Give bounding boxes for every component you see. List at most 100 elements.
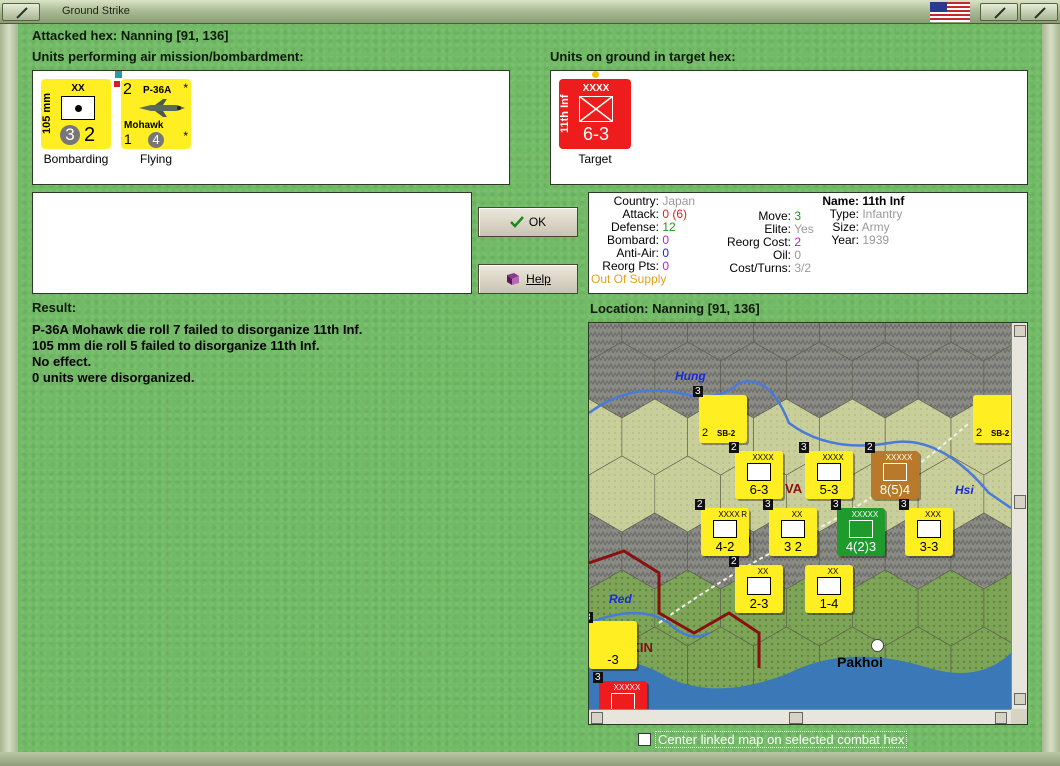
size-value: Army: [861, 220, 890, 234]
center-map-option[interactable]: Center linked map on selected combat hex: [638, 731, 908, 748]
map-horizontal-scrollbar[interactable]: [589, 709, 1011, 724]
unit-symbol-icon: [849, 520, 873, 538]
help-label: Help: [526, 272, 551, 286]
unit-size: XXXX: [582, 83, 610, 94]
map-unit-counter[interactable]: XX 1-4: [805, 565, 853, 613]
center-map-checkbox[interactable]: [638, 733, 651, 746]
reorg-cost-value: 2: [794, 235, 802, 249]
map-unit-counter[interactable]: 3 XXXX 5-3: [799, 442, 853, 499]
window-frame-bottom[interactable]: [0, 752, 1060, 766]
result-label: Result:: [32, 300, 77, 315]
mission-marker: [115, 71, 122, 78]
unit-size: XXXX: [822, 453, 844, 462]
unit-strength: 1-4: [819, 596, 839, 611]
unit-symbol-icon: [817, 463, 841, 481]
stack-count: 3: [799, 442, 809, 453]
vertical-scroll-thumb[interactable]: [1014, 495, 1026, 509]
range-value: 2: [84, 124, 96, 146]
scroll-down-arrow-icon[interactable]: [1014, 693, 1026, 705]
ground-units-panel: 11th Inf XXXX 6-3 Target: [550, 70, 1028, 185]
unit-size: XXXXX: [613, 683, 641, 692]
aircraft-number: 2: [702, 427, 709, 439]
star-top: *: [183, 81, 188, 95]
map-unit-counter[interactable]: 2 XX 2-3: [729, 556, 783, 613]
title-bar: Ground Strike: [0, 0, 1060, 24]
unit-name: 11th Inf: [559, 94, 571, 134]
stack-count: 2: [865, 442, 875, 453]
aircraft-subname: Mohawk: [124, 120, 164, 131]
unit-symbol-icon: [817, 577, 841, 595]
scroll-left-arrow-icon[interactable]: [591, 712, 603, 724]
unit-name: 105 mm: [41, 93, 53, 135]
system-menu-button[interactable]: [2, 3, 40, 21]
window-frame-right[interactable]: [1042, 24, 1060, 752]
location-label: Location: Nanning [91, 136]: [590, 301, 760, 316]
target-caption: Target: [578, 152, 612, 166]
attacked-hex-label: Attacked hex: Nanning [91, 136]: [32, 28, 229, 43]
unit-size: XXXXX: [885, 453, 913, 462]
stack-count: 3: [593, 672, 603, 683]
scrollbar-corner: [1011, 709, 1027, 724]
artillery-counter[interactable]: 105 mm XX 3 2: [41, 79, 111, 149]
aircraft-type: SB-2: [717, 429, 736, 438]
oil-value: 0: [794, 248, 802, 262]
horizontal-scroll-thumb[interactable]: [789, 712, 803, 724]
map-unit-counter[interactable]: 2 XXXX 6-3: [729, 442, 783, 499]
map-unit-counter[interactable]: 3 XX 3 2: [763, 499, 817, 556]
year-key: Year:: [831, 233, 859, 247]
unit-symbol-icon: [917, 520, 941, 538]
air-units-label: Units performing air mission/bombardment…: [32, 49, 304, 64]
unit-strength: 3 2: [783, 539, 803, 554]
unit-size: XX: [71, 83, 85, 94]
unit-size: XXXXX: [851, 510, 879, 519]
unit-size: XX: [757, 567, 769, 576]
scroll-up-arrow-icon[interactable]: [1014, 325, 1026, 337]
window-frame-left[interactable]: [0, 24, 18, 752]
minimize-button[interactable]: [980, 3, 1018, 21]
stack-count: 2: [729, 556, 739, 567]
stack-count: 3: [831, 499, 841, 510]
attack-value: 0 (6): [662, 207, 688, 221]
help-button[interactable]: Help: [478, 264, 578, 294]
stack-count: 3: [899, 499, 909, 510]
map-unit-counter[interactable]: 2 XXXX 4-2 R: [695, 499, 749, 556]
map-unit-counter[interactable]: 3 SB-2 2: [693, 386, 747, 443]
unit-symbol-icon: [747, 577, 771, 595]
damage-marker: [114, 81, 120, 87]
bottom-right-number: 4: [148, 132, 164, 148]
result-line-1: P-36A Mohawk die roll 7 failed to disorg…: [32, 322, 363, 337]
unit-symbol-icon: [883, 463, 907, 481]
unit-strength: 2-3: [749, 596, 769, 611]
close-button[interactable]: [1020, 3, 1058, 21]
artillery-symbol-icon: [61, 96, 95, 120]
ground-units-label: Units on ground in target hex:: [550, 49, 736, 64]
slash-icon: [1034, 7, 1046, 19]
attack-value: 3: [60, 125, 80, 145]
map-unit-counter[interactable]: 2 XXXXX 8(5)4: [865, 442, 919, 499]
cost-turns-value: 3/2: [794, 261, 812, 275]
hung-label: Hung: [675, 369, 706, 383]
message-panel: [32, 192, 472, 294]
target-counter[interactable]: 11th Inf XXXX 6-3: [559, 79, 631, 149]
fighter-counter[interactable]: 2 P-36A * Mohawk 1 4 *: [121, 79, 191, 149]
unit-strength: 3-3: [919, 539, 939, 554]
map-vertical-scrollbar[interactable]: [1011, 323, 1027, 709]
bombarding-caption: Bombarding: [43, 152, 109, 166]
mini-map[interactable]: Hung Hsi Red ONKIN Pakhoi nn VA 3SB-22SB…: [588, 322, 1028, 725]
bottom-left-number: 1: [124, 131, 132, 147]
map-unit-counter[interactable]: 3 -3: [589, 612, 637, 669]
unit-symbol-icon: [713, 520, 737, 538]
country-value: Japan: [662, 194, 696, 208]
slash-icon: [16, 7, 28, 19]
unit-strength: -3: [607, 652, 619, 667]
result-line-3: No effect.: [32, 354, 92, 369]
unit-strength: 8(5)4: [879, 482, 911, 497]
slash-icon: [994, 7, 1006, 19]
aircraft-type: SB-2: [991, 429, 1010, 438]
map-unit-counter[interactable]: 3 XXX 3-3: [899, 499, 953, 556]
map-unit-counter[interactable]: 3 XXXXX 4(2)3: [831, 499, 885, 556]
scroll-right-arrow-icon[interactable]: [995, 712, 1007, 724]
ok-button[interactable]: OK: [478, 207, 578, 237]
stack-count: 3: [763, 499, 773, 510]
aircraft-name: P-36A: [143, 85, 172, 96]
